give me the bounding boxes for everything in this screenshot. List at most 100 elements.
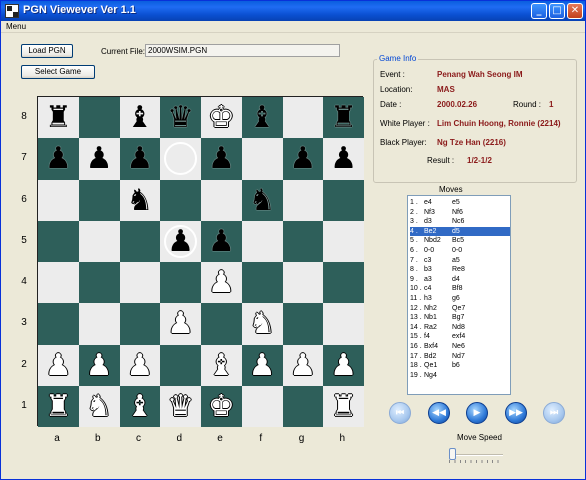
square-e7[interactable]: ♟ (201, 138, 242, 180)
black-rook-icon[interactable]: ♜ (38, 97, 79, 138)
square-h4[interactable] (323, 262, 364, 304)
square-a3[interactable] (38, 303, 79, 345)
move-list-item[interactable]: 6 . 0-0 0-0 (410, 246, 510, 256)
white-queen-icon[interactable]: ♛ (160, 386, 201, 427)
black-pawn-icon[interactable]: ♟ (201, 138, 242, 179)
play-button[interactable]: ▶ (466, 402, 488, 424)
square-a6[interactable] (38, 179, 79, 221)
square-b3[interactable] (78, 303, 120, 345)
square-b6[interactable] (78, 179, 120, 221)
chess-board[interactable]: ♜ ♝ ♛ ♚ ♝ ♜ ♟ ♟ ♟ ♟ ♟ ♟ ♞ ♞ ♟ ♟ ♟ ♟ ♞ ♟ ♟ ♟ ♝ ♟ ♟ ♟ ♜ ♞ ♝ ♛ ♚ ♜ (37, 96, 364, 427)
previous-move-button[interactable]: ◀◀ (428, 402, 450, 424)
move-list-item[interactable]: 4 . Be2 d5 (410, 226, 510, 237)
square-g2[interactable]: ♟ (282, 344, 324, 386)
square-b8[interactable] (78, 97, 120, 139)
square-e2[interactable]: ♝ (201, 344, 242, 386)
square-e8[interactable]: ♚ (201, 97, 242, 139)
move-list-item[interactable]: 10 . c4 Bf8 (410, 284, 510, 294)
black-pawn-icon[interactable]: ♟ (160, 221, 201, 262)
square-a4[interactable] (38, 262, 79, 304)
square-c5[interactable] (119, 220, 161, 262)
square-h1[interactable]: ♜ (323, 385, 364, 427)
white-pawn-icon[interactable]: ♟ (283, 345, 324, 386)
black-pawn-icon[interactable]: ♟ (283, 138, 324, 179)
square-c6[interactable]: ♞ (119, 179, 161, 221)
white-pawn-icon[interactable]: ♟ (242, 345, 283, 386)
square-c4[interactable] (119, 262, 161, 304)
minimize-button[interactable]: _ (531, 3, 547, 19)
square-d6[interactable] (160, 179, 201, 221)
square-c3[interactable] (119, 303, 161, 345)
square-h5[interactable] (323, 220, 364, 262)
black-rook-icon[interactable]: ♜ (323, 97, 364, 138)
square-g1[interactable] (282, 385, 324, 427)
black-bishop-icon[interactable]: ♝ (120, 97, 161, 138)
square-h3[interactable] (323, 303, 364, 345)
square-d1[interactable]: ♛ (160, 385, 201, 427)
next-move-button[interactable]: ▶▶ (505, 402, 527, 424)
black-bishop-icon[interactable]: ♝ (242, 97, 283, 138)
square-e5[interactable]: ♟ (201, 220, 242, 262)
square-d5[interactable]: ♟ (160, 220, 201, 262)
square-d3[interactable]: ♟ (160, 303, 201, 345)
move-list-item[interactable]: 1 . e4 e5 (410, 198, 510, 208)
move-list-item[interactable]: 13 . Nb1 Bg7 (410, 313, 510, 323)
move-list-item[interactable]: 19 . Ng4 (410, 371, 510, 381)
square-f5[interactable] (241, 220, 283, 262)
current-file-field[interactable]: 2000WSIM.PGN (145, 44, 340, 57)
black-pawn-icon[interactable]: ♟ (323, 138, 364, 179)
move-list-item[interactable]: 17 . Bd2 Nd7 (410, 352, 510, 362)
move-list-item[interactable]: 2 . Nf3 Nf6 (410, 208, 510, 218)
move-list-item[interactable]: 15 . f4 exf4 (410, 332, 510, 342)
white-rook-icon[interactable]: ♜ (323, 386, 364, 427)
square-f8[interactable]: ♝ (241, 97, 283, 139)
square-f3[interactable]: ♞ (241, 303, 283, 345)
white-pawn-icon[interactable]: ♟ (120, 345, 161, 386)
square-a2[interactable]: ♟ (38, 344, 79, 386)
square-c1[interactable]: ♝ (119, 385, 161, 427)
move-list-item[interactable]: 5 . Nbd2 Bc5 (410, 236, 510, 246)
square-f7[interactable] (241, 138, 283, 180)
black-pawn-icon[interactable]: ♟ (120, 138, 161, 179)
load-pgn-button[interactable]: Load PGN (21, 44, 73, 58)
square-d7[interactable] (160, 138, 201, 180)
square-d8[interactable]: ♛ (160, 97, 201, 139)
select-game-button[interactable]: Select Game (21, 65, 95, 79)
square-c8[interactable]: ♝ (119, 97, 161, 139)
white-bishop-icon[interactable]: ♝ (201, 345, 242, 386)
black-pawn-icon[interactable]: ♟ (201, 221, 242, 262)
square-f1[interactable] (241, 385, 283, 427)
square-h2[interactable]: ♟ (323, 344, 364, 386)
white-rook-icon[interactable]: ♜ (38, 386, 79, 427)
black-knight-icon[interactable]: ♞ (242, 180, 283, 221)
move-list-item[interactable]: 7 . c3 a5 (410, 256, 510, 266)
move-list-item[interactable]: 9 . a3 d4 (410, 275, 510, 285)
square-b2[interactable]: ♟ (78, 344, 120, 386)
square-b4[interactable] (78, 262, 120, 304)
move-list-item[interactable]: 8 . b3 Re8 (410, 265, 510, 275)
square-e3[interactable] (201, 303, 242, 345)
square-d4[interactable] (160, 262, 201, 304)
last-move-button[interactable]: ⏭ (543, 402, 565, 424)
move-list-item[interactable]: 11 . h3 g6 (410, 294, 510, 304)
white-king-icon[interactable]: ♚ (201, 97, 242, 138)
square-c7[interactable]: ♟ (119, 138, 161, 180)
square-h6[interactable] (323, 179, 364, 221)
square-c2[interactable]: ♟ (119, 344, 161, 386)
move-speed-slider[interactable] (447, 447, 505, 463)
white-bishop-icon[interactable]: ♝ (120, 386, 161, 427)
menu-item[interactable]: Menu (6, 22, 26, 31)
square-d2[interactable] (160, 344, 201, 386)
white-pawn-icon[interactable]: ♟ (160, 303, 201, 344)
square-e6[interactable] (201, 179, 242, 221)
square-h8[interactable]: ♜ (323, 97, 364, 139)
black-queen-icon[interactable]: ♛ (160, 97, 201, 138)
close-button[interactable]: ✕ (567, 3, 583, 19)
white-knight-icon[interactable]: ♞ (242, 303, 283, 344)
slider-thumb[interactable] (449, 448, 456, 460)
move-list-item[interactable]: 14 . Ra2 Nd8 (410, 323, 510, 333)
maximize-button[interactable]: □ (549, 3, 565, 19)
white-pawn-icon[interactable]: ♟ (79, 345, 120, 386)
square-g4[interactable] (282, 262, 324, 304)
move-list-item[interactable]: 3 . d3 Nc6 (410, 217, 510, 227)
